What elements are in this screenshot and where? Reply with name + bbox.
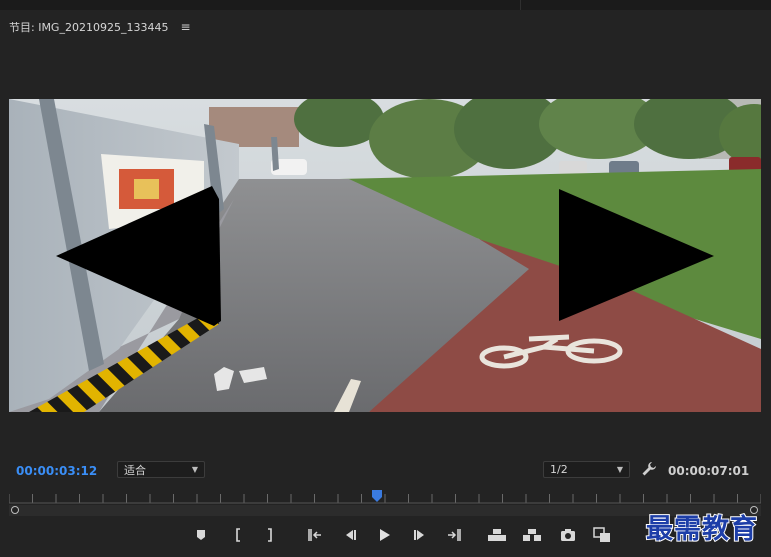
top-panel-bar <box>0 0 771 10</box>
program-monitor-header: 节目: IMG_20210925_133445 ≡ <box>9 18 191 36</box>
chevron-down-icon: ▼ <box>616 465 623 474</box>
panel-title[interactable]: 节目: IMG_20210925_133445 <box>9 19 168 35</box>
mark-in-button[interactable] <box>228 525 248 545</box>
step-forward-button[interactable] <box>410 525 430 545</box>
camera-icon <box>561 529 575 541</box>
marker-icon <box>197 530 205 540</box>
go-to-in-button[interactable] <box>305 525 325 545</box>
duration-timecode: 00:00:07:01 <box>668 464 750 478</box>
step-back-icon <box>346 530 356 540</box>
lift-button[interactable] <box>487 525 507 545</box>
time-ruler[interactable] <box>9 490 761 504</box>
extract-button[interactable] <box>522 525 542 545</box>
mark-out-button[interactable] <box>260 525 280 545</box>
video-preview[interactable] <box>9 99 761 412</box>
panel-divider <box>520 0 521 10</box>
lift-icon <box>488 529 506 541</box>
play-icon <box>380 529 390 541</box>
play-button[interactable] <box>374 525 394 545</box>
export-frame-button[interactable] <box>558 525 578 545</box>
comparison-view-button[interactable] <box>592 525 612 545</box>
chevron-down-icon: ▼ <box>191 465 198 474</box>
hamburger-menu-icon[interactable]: ≡ <box>180 20 190 34</box>
resolution-value: 1/2 <box>550 463 568 476</box>
fit-zoom-value: 适合 <box>124 463 146 477</box>
zoom-handle-left[interactable] <box>11 506 19 514</box>
mark-in-icon <box>236 528 240 542</box>
comparison-icon <box>593 527 610 542</box>
step-back-button[interactable] <box>340 525 360 545</box>
step-forward-icon <box>414 530 424 540</box>
fit-zoom-select[interactable]: 适合 ▼ <box>117 461 205 478</box>
add-marker-button[interactable] <box>191 525 211 545</box>
watermark-text: 最需教育 <box>645 513 758 546</box>
extract-icon <box>523 529 541 541</box>
wrench-icon[interactable] <box>641 461 657 477</box>
mark-out-icon <box>268 528 272 542</box>
current-timecode[interactable]: 00:00:03:12 <box>16 464 97 478</box>
go-to-out-button[interactable] <box>444 525 464 545</box>
go-to-in-icon <box>308 529 321 541</box>
playhead[interactable] <box>371 490 383 502</box>
video-frame <box>9 99 761 412</box>
go-to-out-icon <box>448 529 461 541</box>
playback-resolution-select[interactable]: 1/2 ▼ <box>543 461 630 478</box>
